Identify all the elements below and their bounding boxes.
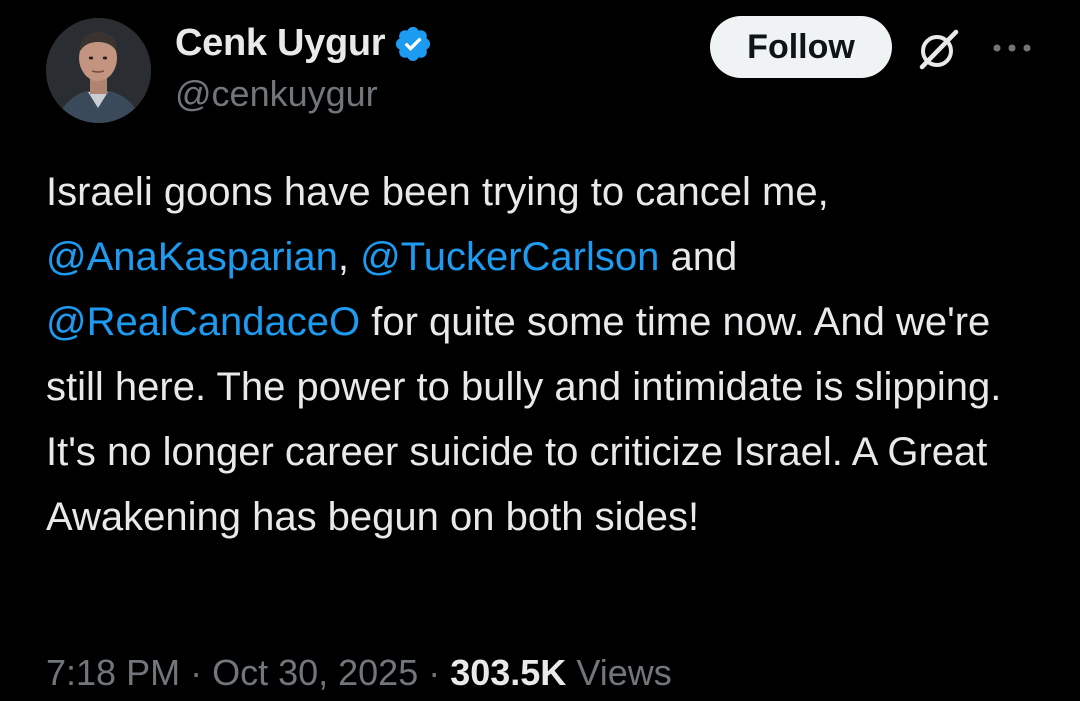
author-handle[interactable]: @cenkuygur [175,73,378,115]
mention-link[interactable]: @RealCandaceO [46,300,360,344]
grok-slash-icon[interactable] [912,26,962,72]
more-horizontal-icon[interactable] [990,36,1034,60]
tweet-text: Israeli goons have been trying to cancel… [46,160,1046,550]
follow-button[interactable]: Follow [710,16,892,78]
tweet-card: Cenk Uygur @cenkuygur Follow Israeli goo… [0,0,1080,701]
tweet-text-segment: Israeli goons have been trying to cancel… [46,170,829,214]
author-display-name[interactable]: Cenk Uygur [175,22,386,65]
tweet-text-segment: , [337,235,361,279]
tweet-text-segment: and [659,235,738,279]
mention-link[interactable]: @AnaKasparian [46,235,338,279]
views-label: Views [576,652,672,693]
meta-separator: · [180,652,213,693]
tweet-time[interactable]: 7:18 PM [46,652,180,693]
avatar[interactable] [46,18,151,123]
verified-badge-icon[interactable] [393,24,433,64]
views-count[interactable]: 303.5K [450,652,566,693]
author-name-row: Cenk Uygur [175,22,433,65]
meta-separator: · [418,652,451,693]
mention-link[interactable]: @TuckerCarlson [360,235,659,279]
tweet-date[interactable]: Oct 30, 2025 [212,652,418,693]
avatar-photo [46,18,151,123]
tweet-meta: 7:18 PM · Oct 30, 2025 · 303.5K Views [46,652,672,694]
